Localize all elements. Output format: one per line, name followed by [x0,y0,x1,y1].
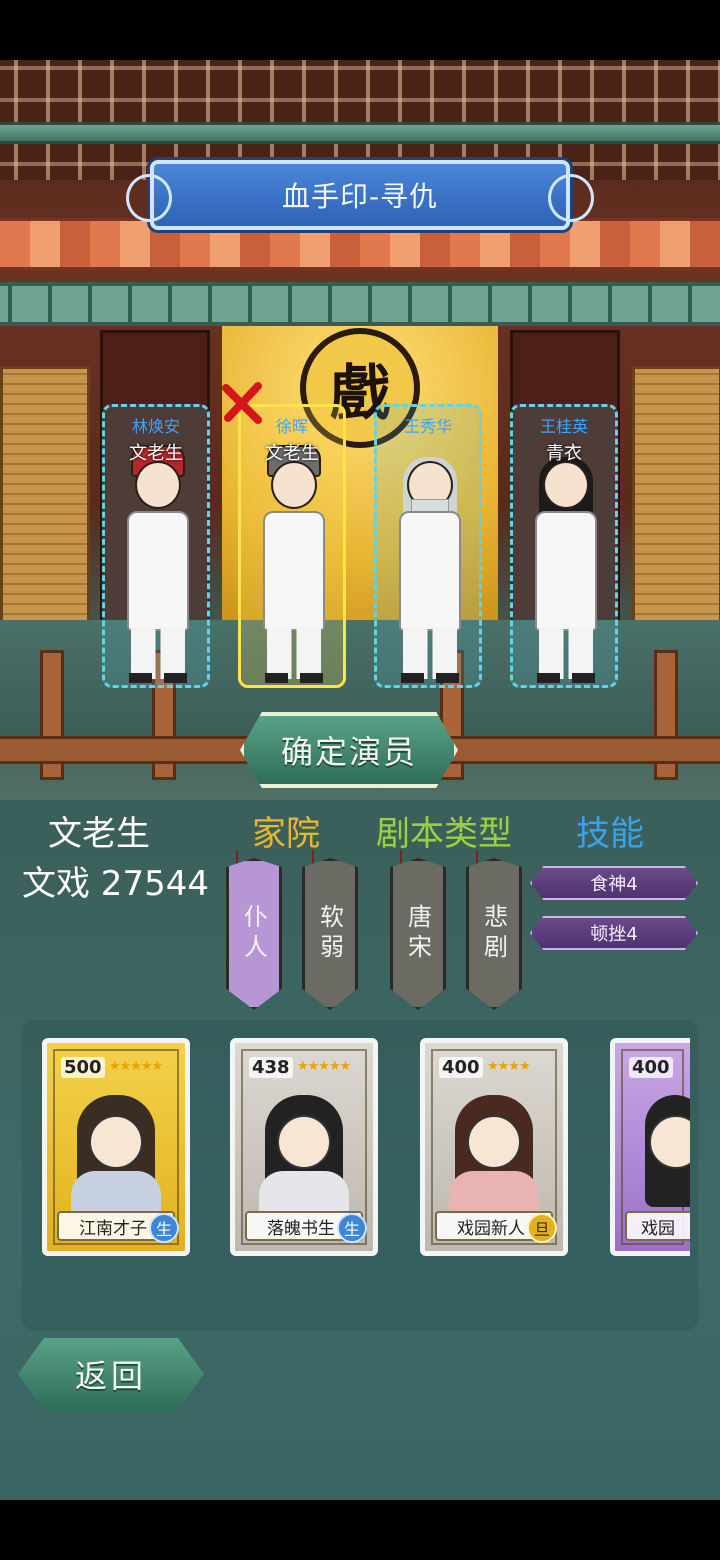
actor-head [271,461,317,509]
selected-type-value: 文戏 27544 [22,864,209,904]
actor-shoes [129,673,187,683]
portrait-robe [449,1171,539,1213]
actor-name: 王秀华 [403,417,452,436]
card-label-text: 落魄书生 [267,1218,335,1239]
actor-role: 青衣 [546,443,582,464]
role-badge-icon: 生 [149,1213,179,1243]
bamboo-blind-left [0,366,90,636]
back-button[interactable]: 返回 [18,1338,204,1410]
card-power: 400 [629,1057,673,1078]
upper-railing [0,282,720,326]
actor-slot-2[interactable]: 徐晖 文老生 [238,404,346,688]
actor-card-4[interactable]: 400 戏园 [610,1038,690,1256]
actor-head [543,461,589,509]
tag-label: 仆人 [239,904,268,964]
actor-figure [391,433,467,683]
actor-robe [399,511,461,631]
card-stars: ★★★★★ [109,1059,163,1074]
actor-robe [535,511,597,631]
skill-header: 技能 [576,814,644,854]
card-stars: ★★★★★ [297,1059,351,1074]
actor-card-1[interactable]: 500 ★★★★★ 江南才子 生 [42,1038,190,1256]
actor-role: 文老生 [129,443,183,464]
tag-label: 悲剧 [479,904,508,964]
actor-figure [119,433,195,683]
actor-robe [263,511,325,631]
actor-head [135,461,181,509]
card-stars: ★★★★ [487,1059,531,1074]
play-title: 血手印-寻仇 [281,180,439,213]
bamboo-blind-right [632,366,720,636]
family-tag-servant[interactable]: 仆人 [226,858,282,1010]
actor-card-2[interactable]: 438 ★★★★★ 落魄书生 生 [230,1038,378,1256]
portrait-face [277,1115,331,1169]
skill-label: 食神4 [590,874,638,895]
portrait-robe [259,1171,349,1213]
actor-legs [131,627,185,679]
actor-shoes [401,673,459,683]
back-label: 返回 [74,1357,147,1395]
actor-card-3[interactable]: 400 ★★★★ 戏园新人 旦 [420,1038,568,1256]
actor-slot-1[interactable]: 林焕安 文老生 [102,404,210,688]
card-power: 400 [439,1057,483,1078]
card-label-text: 江南才子 [79,1218,147,1239]
tag-label: 软弱 [315,904,344,964]
actor-name: 王桂英 [539,417,588,436]
portrait-face [89,1115,143,1169]
card-portrait [253,1087,355,1213]
tag-label: 唐宋 [403,904,432,964]
confirm-actor-label: 确定演员 [280,733,417,771]
family-tag-weak[interactable]: 软弱 [302,858,358,1010]
title-plaque: 血手印-寻仇 [126,160,594,230]
actor-slot-4[interactable]: 王桂英 青衣 [510,404,618,688]
game-screen: 戲 血手印-寻仇 林焕安 文老生 徐晖 文老生 王秀华 王桂英 青衣 确定演员 … [0,0,720,1560]
skill-badge-1[interactable]: 食神4 [530,866,698,900]
actor-shoes [537,673,595,683]
actor-shoes [265,673,323,683]
script-type-header: 剧本类型 [376,814,512,854]
actor-legs [267,627,321,679]
script-tag-tragedy[interactable]: 悲剧 [466,858,522,1010]
actor-figure [527,433,603,683]
selected-role: 文老生 [48,814,150,854]
actor-legs [539,627,593,679]
actor-legs [403,627,457,679]
system-nav-bar [0,1500,720,1560]
card-label-text: 戏园新人 [457,1218,525,1239]
role-badge-icon: 旦 [527,1213,557,1243]
skill-label: 顿挫4 [590,924,638,945]
role-badge-icon: 生 [337,1213,367,1243]
card-label-text: 戏园 [641,1218,675,1239]
family-header: 家院 [252,814,320,854]
actor-robe [127,511,189,631]
remove-actor-icon[interactable] [218,378,268,428]
card-power: 438 [249,1057,293,1078]
green-beam [0,122,720,144]
card-portrait [633,1087,690,1213]
card-power: 500 [61,1057,105,1078]
actor-figure [255,433,331,683]
card-label: 戏园 [625,1211,690,1241]
confirm-actor-button[interactable]: 确定演员 [240,712,458,788]
portrait-face [467,1115,521,1169]
card-portrait [443,1087,545,1213]
actor-slot-3[interactable]: 王秀华 [374,404,482,688]
skill-badge-2[interactable]: 顿挫4 [530,916,698,950]
actor-role: 文老生 [265,443,319,464]
portrait-robe [71,1171,161,1213]
script-tag-tang-song[interactable]: 唐宋 [390,858,446,1010]
card-portrait [65,1087,167,1213]
actor-name: 林焕安 [131,417,180,436]
